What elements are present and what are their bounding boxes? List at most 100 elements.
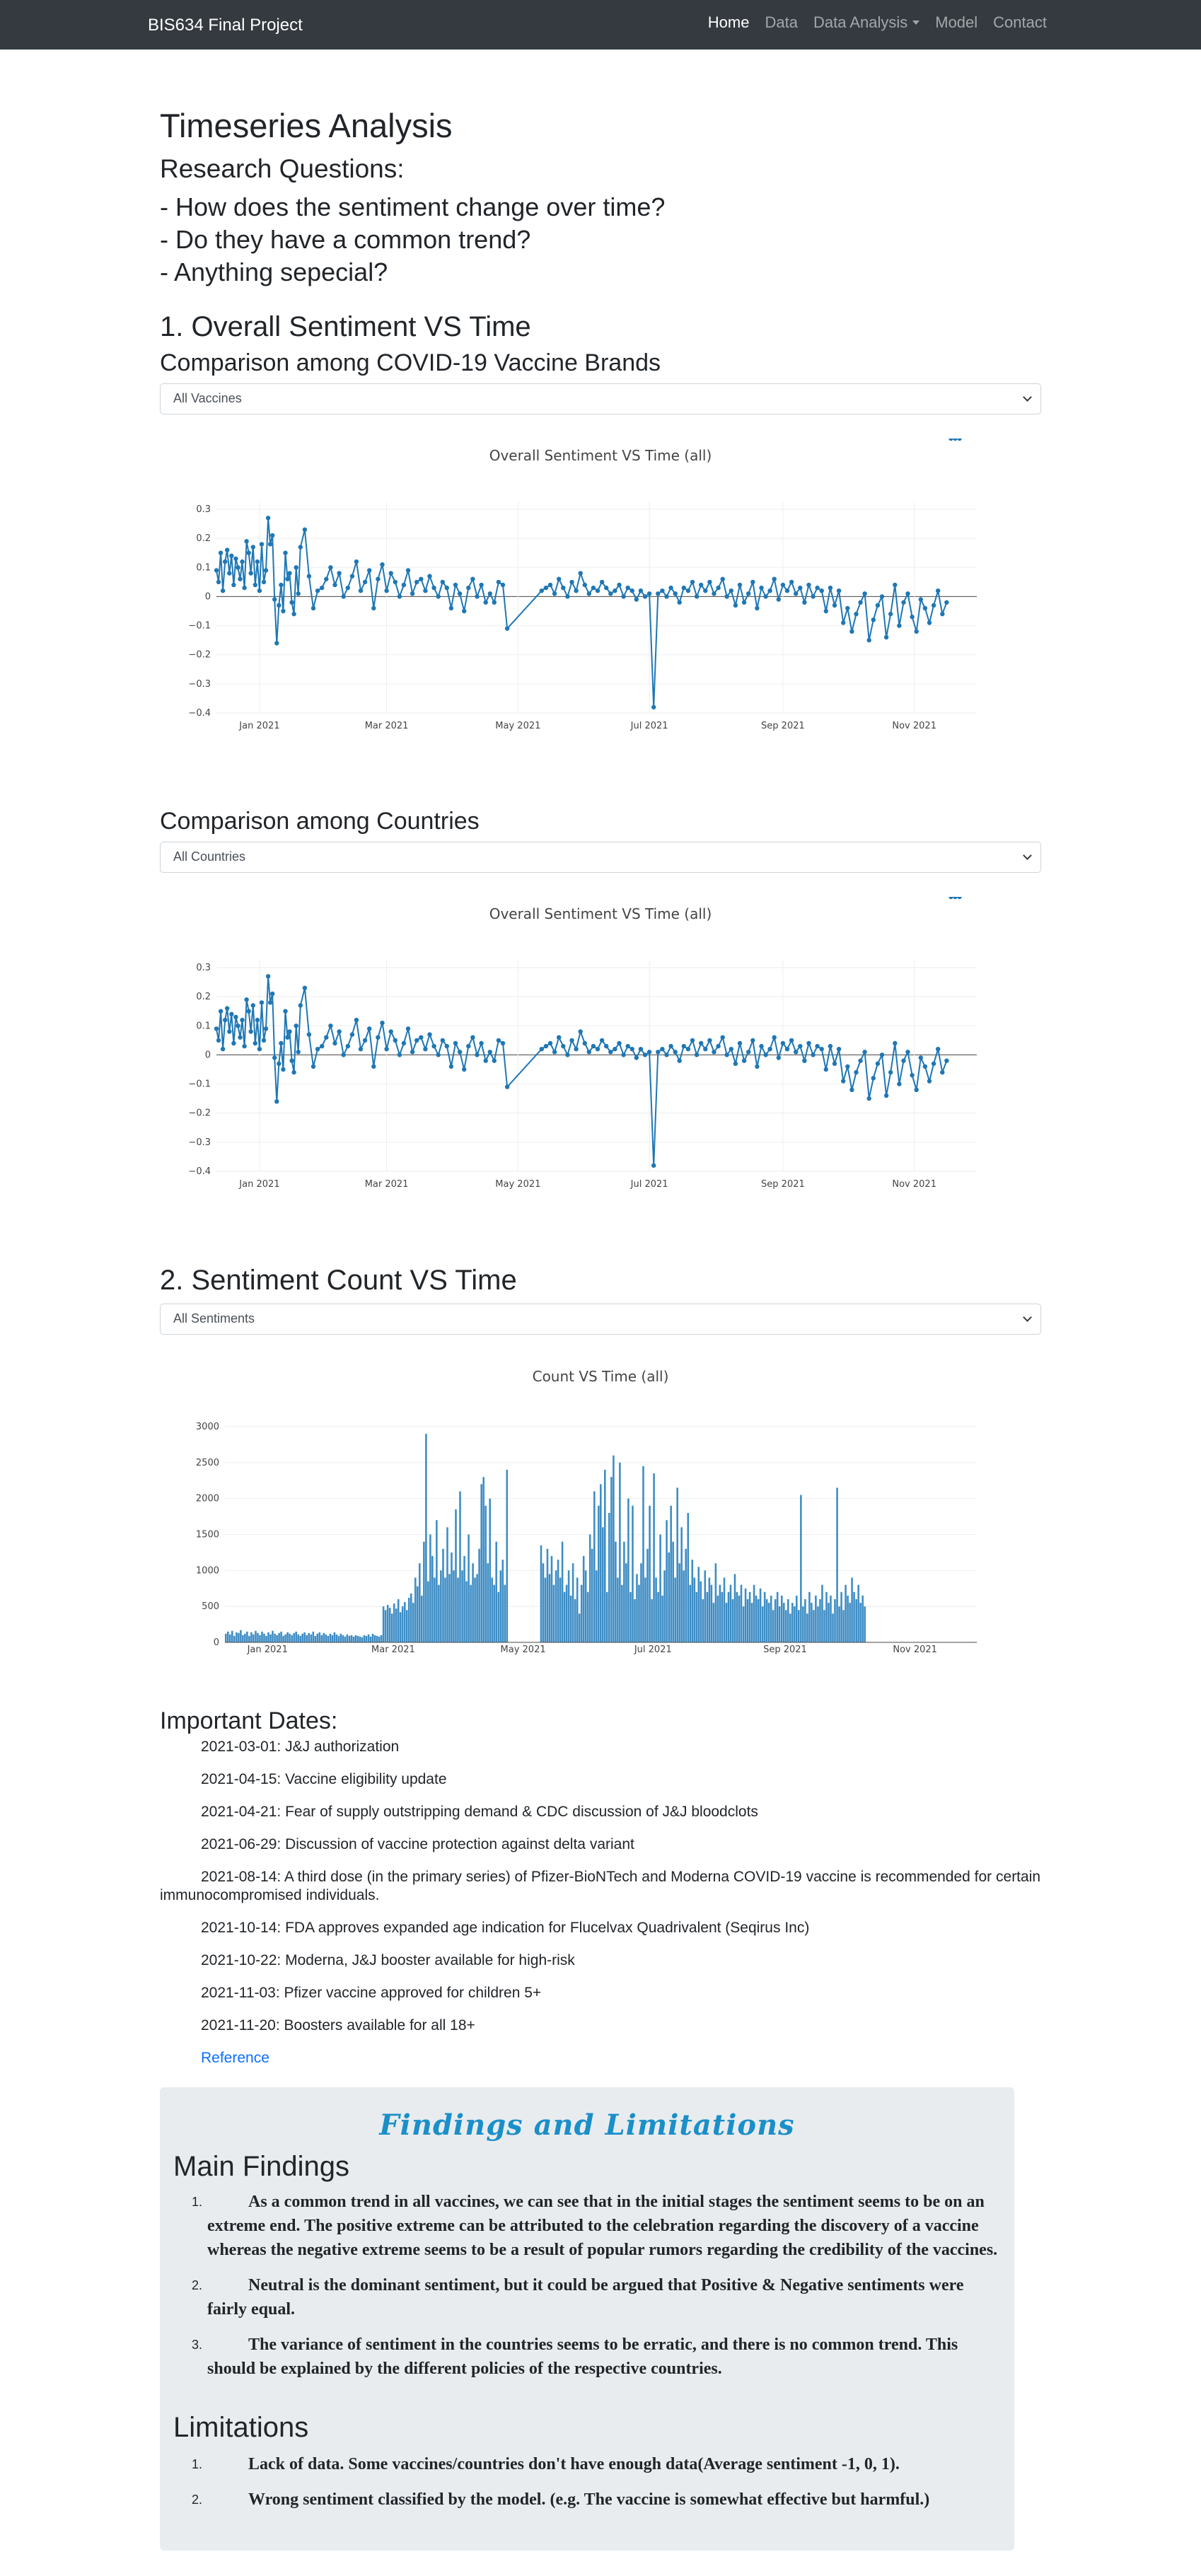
bar — [465, 1581, 468, 1642]
vaccine-select[interactable]: All Vaccines — [160, 383, 1041, 414]
bar — [687, 1513, 690, 1642]
data-point — [776, 597, 781, 602]
data-point — [483, 1058, 488, 1063]
data-point — [897, 623, 902, 628]
data-point — [376, 576, 381, 581]
data-point — [250, 545, 255, 550]
data-point — [819, 1047, 824, 1052]
bar — [399, 1612, 402, 1642]
bar — [680, 1527, 683, 1642]
bar — [448, 1574, 451, 1642]
bar — [753, 1584, 755, 1642]
bar — [636, 1574, 638, 1642]
y-tick-label: −0.1 — [188, 621, 211, 632]
bar — [289, 1633, 291, 1642]
data-point — [957, 439, 962, 441]
bar — [265, 1635, 267, 1642]
data-point — [440, 1038, 445, 1043]
bar — [825, 1591, 828, 1642]
bar — [602, 1527, 604, 1642]
data-point — [236, 1023, 240, 1028]
bar — [555, 1570, 557, 1642]
data-point — [862, 591, 867, 596]
y-tick-label: 0.3 — [196, 504, 211, 515]
line-chart-svg[interactable]: 0.3 0.2 0.1 0 −0.1 −0.2 −0.3 −0.4 Jan 2021 Mar 20… — [160, 897, 1041, 1208]
navbar-brand[interactable]: BIS634 Final Project — [148, 16, 303, 35]
data-point — [214, 1026, 219, 1031]
data-point — [638, 588, 644, 593]
bar — [834, 1599, 836, 1642]
bar — [240, 1630, 242, 1642]
reference-link[interactable]: Reference — [160, 2049, 1044, 2067]
bar — [569, 1595, 572, 1642]
nav-data[interactable]: Data — [765, 13, 797, 32]
bar — [491, 1577, 493, 1642]
bar — [331, 1635, 334, 1642]
bar — [755, 1595, 758, 1642]
data-point — [599, 579, 605, 585]
data-point — [431, 585, 436, 591]
data-point — [621, 594, 626, 599]
nav-contact[interactable]: Contact — [993, 13, 1047, 32]
sentiment-chart-countries: Overall Sentiment VS Time (all) 0.3 0.2 0.… — [160, 897, 1041, 1208]
list-number: 1. — [192, 2195, 203, 2209]
nav-model[interactable]: Model — [935, 13, 977, 32]
bar — [446, 1527, 448, 1642]
sentiment-select[interactable]: All Sentiments — [160, 1304, 1041, 1335]
data-point — [358, 1047, 364, 1052]
data-point — [918, 597, 924, 602]
bar — [282, 1635, 284, 1642]
bar — [231, 1630, 233, 1642]
bar — [323, 1632, 325, 1642]
bar — [365, 1635, 368, 1642]
data-point — [613, 588, 617, 593]
data-point — [922, 1064, 928, 1069]
bar — [855, 1599, 857, 1642]
section2-heading: 2. Sentiment Count VS Time — [160, 1265, 517, 1296]
question-item: - Anything sepecial? — [160, 257, 388, 286]
data-point — [448, 1064, 454, 1069]
data-point — [457, 591, 463, 596]
bar — [257, 1632, 259, 1642]
line-chart-svg[interactable]: 0.3 0.2 0.1 0 −0.1 −0.2 −0.3 −0.4 Jan 2021 Mar 20… — [160, 439, 1041, 750]
bar — [657, 1591, 659, 1642]
data-point — [871, 617, 876, 622]
data-point — [888, 611, 893, 617]
x-tick-label: Jul 2021 — [630, 721, 668, 731]
y-tick-label: 0 — [205, 591, 211, 602]
bar — [333, 1632, 336, 1642]
bar — [263, 1633, 265, 1642]
data-point — [741, 1058, 747, 1063]
data-point — [729, 588, 733, 593]
country-select[interactable]: All Countries — [160, 842, 1041, 873]
bar — [861, 1595, 864, 1642]
data-point — [492, 1058, 497, 1063]
x-tick-label: Jan 2021 — [247, 1644, 288, 1655]
data-point — [388, 571, 393, 576]
bar — [851, 1577, 853, 1642]
data-point — [780, 1040, 786, 1046]
data-point — [733, 1061, 738, 1066]
data-point — [772, 576, 777, 581]
data-point — [569, 579, 574, 585]
data-point — [236, 565, 240, 570]
data-point — [905, 591, 910, 596]
data-point — [677, 600, 682, 605]
bar — [278, 1632, 280, 1642]
bar — [823, 1610, 825, 1643]
bar — [600, 1484, 602, 1642]
nav-data-analysis[interactable]: Data Analysis — [813, 13, 920, 32]
data-point — [547, 582, 553, 588]
bar — [406, 1610, 408, 1643]
data-point — [953, 897, 958, 900]
chevron-down-icon — [1023, 393, 1032, 402]
bar-chart-svg[interactable]: 3000 2500 2000 1500 1000 500 0 Jan 2021 Mar 2021… — [160, 1358, 1041, 1662]
data-point — [578, 1029, 583, 1034]
bar — [610, 1477, 613, 1642]
limitations-heading: Limitations — [173, 2412, 309, 2443]
bar — [729, 1584, 732, 1642]
data-point — [772, 1035, 777, 1040]
bar — [770, 1595, 772, 1642]
nav-home[interactable]: Home — [708, 13, 750, 32]
date-item: 2021-04-15: Vaccine eligibility update — [201, 1771, 447, 1787]
